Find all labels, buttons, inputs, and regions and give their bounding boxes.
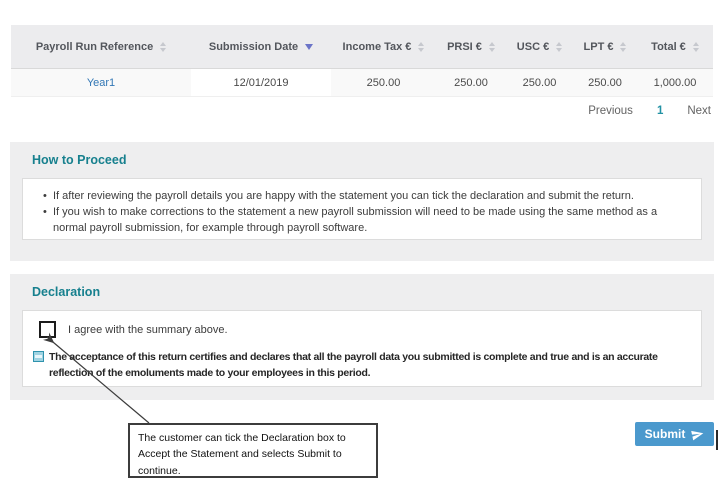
column-header-label: Payroll Run Reference xyxy=(36,41,153,53)
column-header-label: Total € xyxy=(651,41,686,53)
payroll-summary-table: Payroll Run Reference Submission Date In… xyxy=(11,25,713,97)
column-header-lpt[interactable]: LPT € xyxy=(573,41,637,53)
how-to-proceed-content: If after reviewing the payroll details y… xyxy=(22,178,702,240)
cell-usc: 250.00 xyxy=(506,69,573,96)
declaration-title: Declaration xyxy=(10,274,714,299)
column-header-submission-date[interactable]: Submission Date xyxy=(191,41,331,53)
sort-idle-icon xyxy=(160,42,166,52)
declaration-checkbox-label: I agree with the summary above. xyxy=(68,324,228,336)
column-header-label: PRSI € xyxy=(447,41,482,53)
pagination-next[interactable]: Next xyxy=(687,105,711,117)
pagination-page-1[interactable]: 1 xyxy=(657,105,663,117)
sort-idle-icon xyxy=(489,42,495,52)
column-header-payroll-run-reference[interactable]: Payroll Run Reference xyxy=(11,41,191,53)
annotation-callout-text: The customer can tick the Declaration bo… xyxy=(138,430,368,479)
declaration-panel: Declaration I agree with the summary abo… xyxy=(10,274,714,400)
paper-plane-icon xyxy=(690,426,705,441)
column-header-prsi[interactable]: PRSI € xyxy=(436,41,506,53)
cell-lpt: 250.00 xyxy=(573,69,637,96)
annotation-callout: The customer can tick the Declaration bo… xyxy=(128,423,378,478)
sort-descending-icon xyxy=(305,44,313,50)
pagination: Previous 1 Next xyxy=(588,105,711,117)
bullet-item: If you wish to make corrections to the s… xyxy=(41,205,687,237)
column-header-income-tax[interactable]: Income Tax € xyxy=(331,41,436,53)
declaration-statement: The acceptance of this return certifies … xyxy=(49,349,691,382)
pagination-previous[interactable]: Previous xyxy=(588,105,633,117)
cell-income-tax: 250.00 xyxy=(331,69,436,96)
cell-payroll-run-reference: Year1 xyxy=(11,69,191,96)
sort-idle-icon xyxy=(693,42,699,52)
table-header-row: Payroll Run Reference Submission Date In… xyxy=(11,25,713,68)
submit-button-label: Submit xyxy=(645,427,686,441)
column-header-usc[interactable]: USC € xyxy=(506,41,573,53)
column-header-label: Income Tax € xyxy=(343,41,412,53)
agree-row: I agree with the summary above. xyxy=(39,321,691,338)
cell-total: 1,000.00 xyxy=(637,69,713,96)
text-cursor-artifact xyxy=(716,430,718,450)
sort-idle-icon xyxy=(556,42,562,52)
how-to-proceed-bullets: If after reviewing the payroll details y… xyxy=(41,189,687,237)
declaration-checkbox[interactable] xyxy=(39,321,56,338)
column-header-label: USC € xyxy=(517,41,549,53)
sort-idle-icon xyxy=(418,42,424,52)
column-header-label: Submission Date xyxy=(209,41,298,53)
declaration-content: I agree with the summary above. The acce… xyxy=(22,310,702,387)
cell-submission-date: 12/01/2019 xyxy=(191,69,331,96)
how-to-proceed-panel: How to Proceed If after reviewing the pa… xyxy=(10,142,714,261)
payroll-run-link[interactable]: Year1 xyxy=(87,77,115,89)
info-toggle-icon xyxy=(33,351,44,362)
how-to-proceed-title: How to Proceed xyxy=(10,142,714,167)
cell-prsi: 250.00 xyxy=(436,69,506,96)
sort-idle-icon xyxy=(620,42,626,52)
column-header-total[interactable]: Total € xyxy=(637,41,713,53)
statement-row: The acceptance of this return certifies … xyxy=(33,349,691,382)
bullet-item: If after reviewing the payroll details y… xyxy=(41,189,687,205)
submit-button[interactable]: Submit xyxy=(635,422,714,446)
table-row: Year1 12/01/2019 250.00 250.00 250.00 25… xyxy=(11,68,713,97)
column-header-label: LPT € xyxy=(584,41,614,53)
